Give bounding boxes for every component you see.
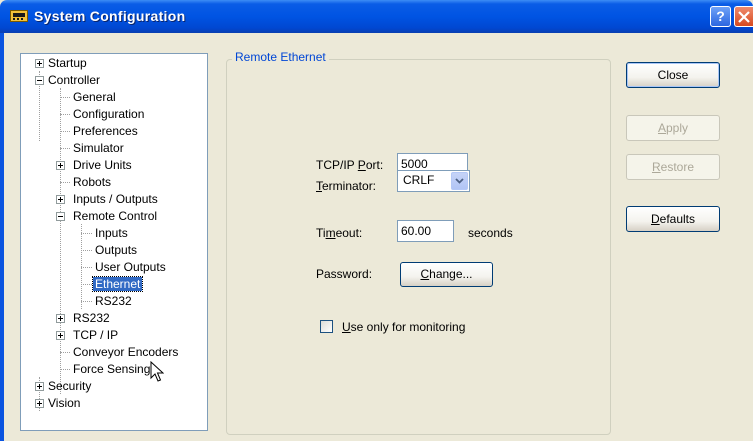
window-title: System Configuration [34,8,186,24]
collapse-icon[interactable] [35,76,44,85]
group-title: Remote Ethernet [232,50,329,64]
remote-ethernet-group [226,59,611,435]
defaults-button[interactable]: Defaults [626,206,720,232]
tree-item-startup[interactable]: Startup [35,55,87,72]
timeout-unit: seconds [468,226,513,240]
close-button[interactable]: Close [626,62,720,88]
window-close-button[interactable] [734,6,753,27]
restore-button[interactable]: Restore [626,154,720,180]
config-tree[interactable]: Startup Controller General Configuration… [20,53,208,431]
tree-item-ethernet[interactable]: Ethernet [91,276,144,293]
tree-item-security[interactable]: Security [35,378,91,395]
chevron-down-icon [455,178,464,184]
expand-icon[interactable] [56,195,65,204]
mouse-pointer-icon [150,361,164,382]
tree-item-simulator[interactable]: Simulator [73,140,124,157]
title-bar[interactable]: System Configuration ? [0,0,753,33]
expand-icon[interactable] [35,59,44,68]
collapse-icon[interactable] [56,212,65,221]
password-label: Password: [316,267,373,281]
expand-icon[interactable] [56,314,65,323]
tree-item-preferences[interactable]: Preferences [73,123,138,140]
timeout-label: Timeout: [316,226,363,240]
tree-item-rs232[interactable]: RS232 [56,310,110,327]
monitoring-label[interactable]: Use only for monitoring [342,320,465,334]
tree-item-tcp-ip[interactable]: TCP / IP [56,327,118,344]
tree-item-inputs-outputs[interactable]: Inputs / Outputs [56,191,158,208]
close-icon [738,11,750,23]
terminator-value: CRLF [403,173,435,187]
port-label: TCP/IP Port: [316,158,384,172]
help-button[interactable]: ? [710,6,731,27]
expand-icon[interactable] [56,161,65,170]
expand-icon[interactable] [35,399,44,408]
tree-line [60,88,61,394]
expand-icon[interactable] [35,382,44,391]
tree-item-general[interactable]: General [73,89,116,106]
tree-item-remote-control[interactable]: Remote Control [56,208,157,225]
change-password-button[interactable]: Change... [400,262,493,287]
tree-item-conveyor-encoders[interactable]: Conveyor Encoders [73,344,178,361]
help-icon: ? [716,8,725,24]
window-border [0,33,4,441]
apply-button[interactable]: Apply [626,115,720,141]
timeout-input[interactable] [397,220,454,242]
app-icon [10,10,28,22]
terminator-select[interactable]: CRLF [397,170,470,192]
tree-item-user-outputs[interactable]: User Outputs [95,259,166,276]
tree-item-inputs[interactable]: Inputs [95,225,128,242]
terminator-label: Terminator: [316,179,377,193]
tree-item-vision[interactable]: Vision [35,395,80,412]
tree-item-force-sensing[interactable]: Force Sensing [73,361,150,378]
tree-item-robots[interactable]: Robots [73,174,111,191]
tree-item-outputs[interactable]: Outputs [95,242,137,259]
dropdown-button[interactable] [451,172,468,190]
monitoring-checkbox[interactable] [320,320,333,333]
tree-item-controller[interactable]: Controller [35,72,100,89]
expand-icon[interactable] [56,331,65,340]
tree-item-remote-rs232[interactable]: RS232 [95,293,132,310]
tree-item-configuration[interactable]: Configuration [73,106,144,123]
tree-item-drive-units[interactable]: Drive Units [56,157,132,174]
